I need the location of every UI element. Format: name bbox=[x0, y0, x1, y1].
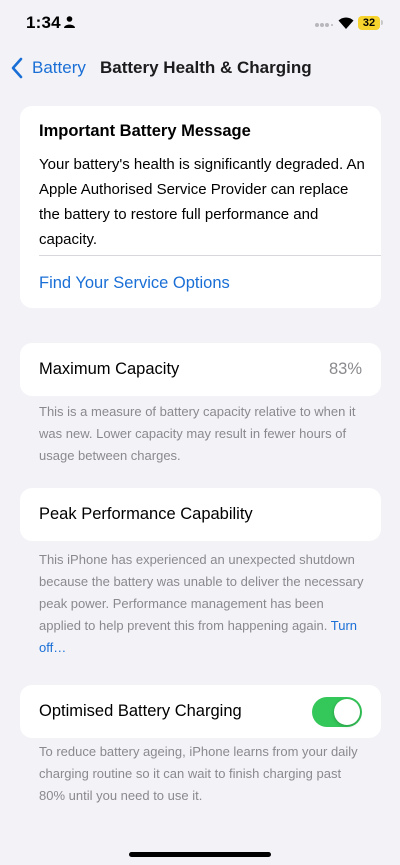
maximum-capacity-value: 83% bbox=[328, 360, 362, 378]
peak-performance-row: Peak Performance Capability bbox=[20, 488, 381, 541]
home-indicator[interactable] bbox=[129, 852, 271, 857]
back-label: Battery bbox=[32, 58, 86, 77]
divider bbox=[39, 255, 381, 256]
maximum-capacity-footnote: This is a measure of battery capacity re… bbox=[39, 404, 356, 463]
optimised-charging-label: Optimised Battery Charging bbox=[39, 702, 242, 720]
page-title: Battery Health & Charging bbox=[100, 58, 312, 77]
peak-performance-label: Peak Performance Capability bbox=[39, 505, 253, 523]
battery-level-badge: 32 bbox=[358, 16, 380, 30]
peak-performance-footnote-text: This iPhone has experienced an unexpecte… bbox=[39, 552, 364, 633]
peak-performance-footnote: This iPhone has experienced an unexpecte… bbox=[39, 549, 369, 659]
nav-bar: Battery Battery Health & Charging bbox=[0, 48, 400, 88]
status-time: 1:34 bbox=[26, 13, 61, 32]
optimised-charging-row: Optimised Battery Charging bbox=[20, 685, 381, 738]
wifi-icon bbox=[338, 17, 354, 29]
chevron-left-icon bbox=[11, 57, 23, 79]
find-service-options-link[interactable]: Find Your Service Options bbox=[39, 274, 230, 293]
signal-icon bbox=[315, 23, 333, 27]
optimised-charging-toggle[interactable] bbox=[312, 697, 362, 727]
person-icon bbox=[64, 16, 75, 28]
maximum-capacity-label: Maximum Capacity bbox=[39, 360, 180, 378]
battery-nub bbox=[381, 20, 383, 25]
message-body: Your battery's health is significantly d… bbox=[39, 156, 365, 248]
message-title: Important Battery Message bbox=[39, 122, 251, 140]
optimised-charging-footnote: To reduce battery ageing, iPhone learns … bbox=[39, 744, 358, 803]
battery-message-card: Important Battery Message Your battery's… bbox=[20, 106, 381, 308]
toggle-knob bbox=[334, 699, 360, 725]
back-button[interactable]: Battery bbox=[10, 54, 86, 82]
maximum-capacity-row: Maximum Capacity 83% bbox=[20, 343, 381, 396]
status-bar: 1:34 32 bbox=[0, 0, 400, 48]
